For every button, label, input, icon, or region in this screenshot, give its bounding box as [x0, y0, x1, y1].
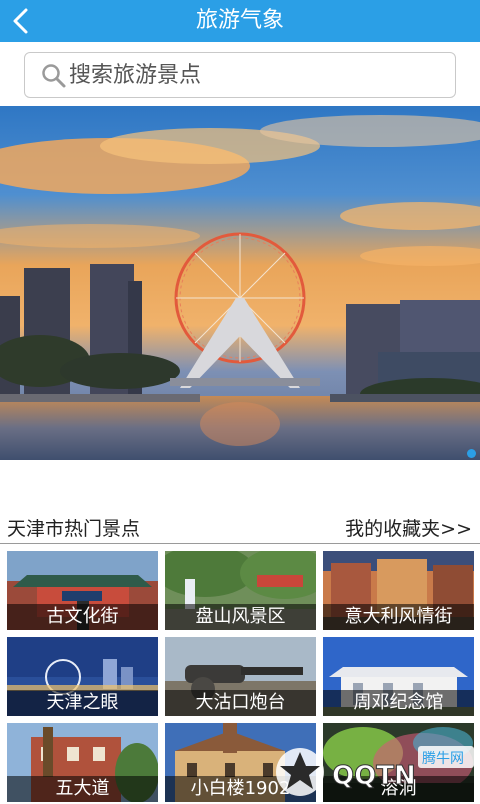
- search-input[interactable]: [69, 59, 439, 91]
- watermark-text: QQTN: [332, 761, 416, 791]
- divider: [0, 543, 480, 544]
- search-icon: [42, 64, 66, 88]
- spot-name: 周邓纪念馆: [323, 690, 474, 716]
- spot-name: 五大道: [7, 776, 158, 802]
- carousel-indicator[interactable]: [467, 449, 476, 458]
- site-watermark: QQTN 腾牛网: [270, 736, 480, 800]
- banner-carousel[interactable]: [0, 106, 480, 460]
- page-title: 旅游气象: [195, 8, 284, 33]
- spot-name: 天津之眼: [7, 690, 158, 716]
- spot-tile-panshan[interactable]: 盘山风景区: [165, 551, 316, 630]
- favorites-link[interactable]: 我的收藏夹>>: [345, 514, 472, 541]
- spot-name: 大沽口炮台: [165, 690, 316, 716]
- spot-name: 古文化街: [7, 604, 158, 630]
- spot-tile-dagukou-fort[interactable]: 大沽口炮台: [165, 637, 316, 716]
- spot-name: 意大利风情街: [323, 604, 474, 630]
- spot-tile-five-avenues[interactable]: 五大道: [7, 723, 158, 802]
- section-title: 天津市热门景点: [7, 518, 141, 540]
- spot-tile-zhou-deng-memorial[interactable]: 周邓纪念馆: [323, 637, 474, 716]
- spot-tile-ancient-culture-street[interactable]: 古文化街: [7, 551, 158, 630]
- top-bar: 旅游气象: [0, 0, 480, 42]
- spot-tile-tianjin-eye[interactable]: 天津之眼: [7, 637, 158, 716]
- spot-name: 盘山风景区: [165, 604, 316, 630]
- search-box[interactable]: [24, 52, 456, 98]
- banner-image: [0, 106, 480, 460]
- spot-tile-italian-street[interactable]: 意大利风情街: [323, 551, 474, 630]
- watermark-badge: 腾牛网: [422, 750, 464, 767]
